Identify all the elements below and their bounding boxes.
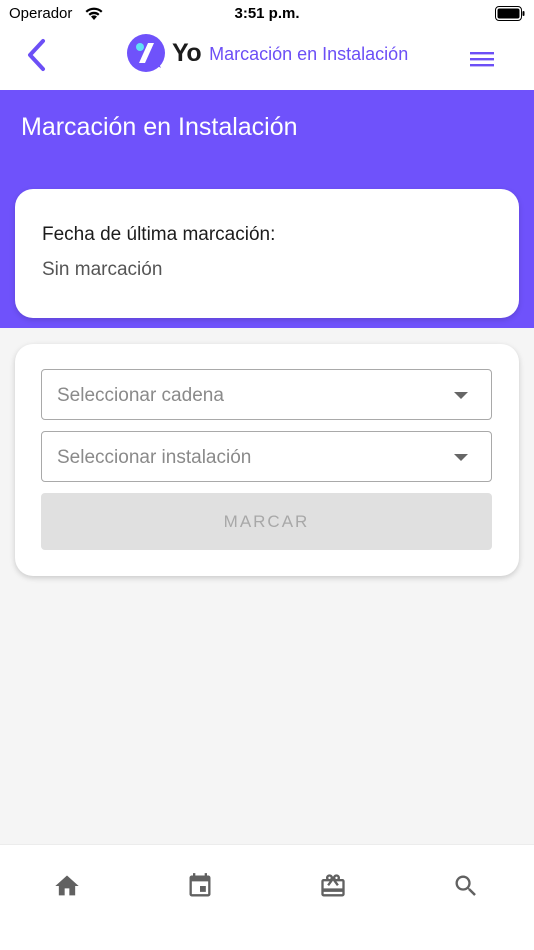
- menu-button[interactable]: [468, 48, 496, 70]
- battery-icon: [495, 6, 525, 21]
- header-title: Marcación en Instalación: [209, 43, 409, 64]
- mark-button[interactable]: MARCAR: [41, 493, 492, 550]
- nav-home[interactable]: [52, 871, 82, 901]
- nav-search[interactable]: [451, 871, 481, 901]
- status-bar: Operador 3:51 p.m.: [0, 0, 534, 30]
- nav-calendar[interactable]: [185, 871, 215, 901]
- page-title: Marcación en Instalación: [21, 113, 298, 141]
- brand: Yo Marcación en Instalación: [126, 34, 408, 72]
- brand-logo-icon: [127, 34, 165, 72]
- last-mark-value: Sin marcación: [42, 259, 163, 280]
- hamburger-menu-icon: [470, 52, 494, 67]
- chain-select-placeholder: Seleccionar cadena: [57, 385, 224, 406]
- bottom-nav: [0, 844, 534, 950]
- mark-form-card: Seleccionar cadena Seleccionar instalaci…: [15, 344, 519, 576]
- hero-banner: Marcación en Instalación Fecha de última…: [0, 90, 534, 328]
- chevron-left-icon: [28, 39, 45, 71]
- installation-select[interactable]: Seleccionar instalación: [41, 431, 492, 482]
- installation-select-placeholder: Seleccionar instalación: [57, 447, 252, 468]
- last-mark-card: Fecha de última marcación: Sin marcación: [15, 189, 519, 318]
- brand-name: Yo: [172, 38, 202, 67]
- status-time: 3:51 p.m.: [234, 5, 300, 22]
- gift-icon: [321, 874, 345, 897]
- dropdown-arrow-icon: [454, 392, 468, 399]
- search-icon: [455, 875, 476, 896]
- last-mark-label: Fecha de última marcación:: [42, 224, 276, 245]
- chain-select[interactable]: Seleccionar cadena: [41, 369, 492, 420]
- home-icon: [55, 875, 79, 896]
- app-header: Yo Marcación en Instalación: [0, 30, 534, 90]
- back-button[interactable]: [22, 38, 52, 72]
- mark-button-label: MARCAR: [223, 511, 310, 531]
- dropdown-arrow-icon: [454, 454, 468, 461]
- calendar-icon: [189, 873, 211, 897]
- nav-gift[interactable]: [318, 871, 348, 901]
